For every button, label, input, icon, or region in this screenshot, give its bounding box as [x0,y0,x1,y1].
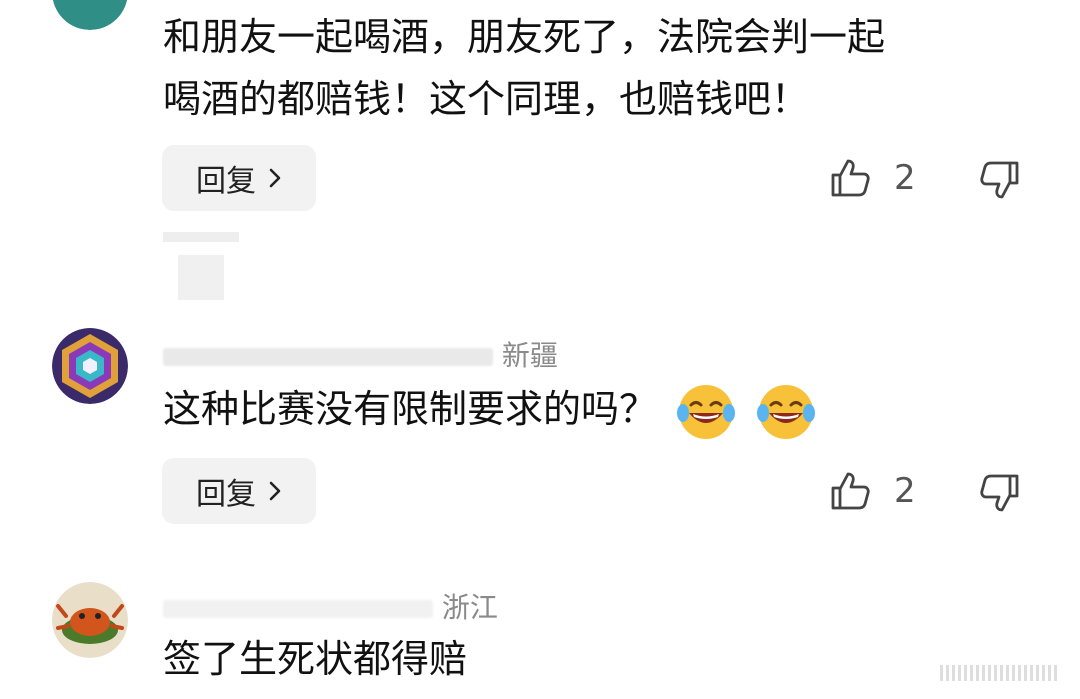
loading-placeholder [178,510,268,524]
comment-text-line: 和朋友一起喝酒，朋友死了，法院会判一起 [163,15,886,59]
location-label: 新疆 [501,339,558,372]
avatar[interactable] [52,328,128,404]
comment-text: 这种比赛没有限制要求的吗？ [163,378,817,443]
comment-text: 和朋友一起喝酒，朋友死了，法院会判一起 喝酒的都赔钱！这个同理，也赔钱吧！ [163,6,885,130]
avatar-image [52,0,128,30]
laughing-tears-emoji-icon [757,384,816,439]
loading-placeholder [178,255,224,300]
avatar[interactable] [52,0,128,30]
like-count: 2 [894,471,916,511]
comment-text-line: 签了生死状都得赔 [163,637,468,681]
thumbs-up-icon [831,472,870,510]
dislike-button[interactable] [978,471,1022,519]
chevron-right-icon [269,168,281,188]
dislike-button[interactable] [978,158,1022,206]
loading-placeholder [163,232,239,242]
laughing-tears-emoji-icon [677,384,736,439]
comment-text-line: 这种比赛没有限制要求的吗？ [163,387,658,431]
comment-text: 签了生死状都得赔 [163,628,467,690]
like-count: 2 [894,158,916,198]
like-button[interactable]: 2 [828,469,916,513]
watermark [940,665,1060,681]
redacted-username [163,348,493,366]
watermark-pattern [940,665,1060,681]
reply-button[interactable]: 回复 [162,145,316,211]
thumbs-up-icon [831,159,870,197]
reply-label: 回复 [196,164,256,199]
comment-meta: 新疆 [163,334,558,374]
thumbs-down-icon [980,474,1019,512]
comment-2: 新疆 这种比赛没有限制要求的吗？ 回复 2 [0,320,1080,540]
thumbs-down-icon [980,161,1019,199]
reply-label: 回复 [196,477,256,512]
redacted-username [163,600,433,618]
location-label: 浙江 [441,591,498,624]
avatar[interactable] [52,582,128,658]
comment-meta: 浙江 [163,586,498,626]
avatar-image [52,328,128,404]
comment-1: 和朋友一起喝酒，朋友死了，法院会判一起 喝酒的都赔钱！这个同理，也赔钱吧！ 回复… [0,0,1080,300]
comment-text-line: 喝酒的都赔钱！这个同理，也赔钱吧！ [163,77,810,121]
chevron-right-icon [269,481,281,501]
avatar-image [52,582,128,658]
comment-3: 浙江 签了生死状都得赔 [0,570,1080,699]
like-button[interactable]: 2 [828,156,916,200]
